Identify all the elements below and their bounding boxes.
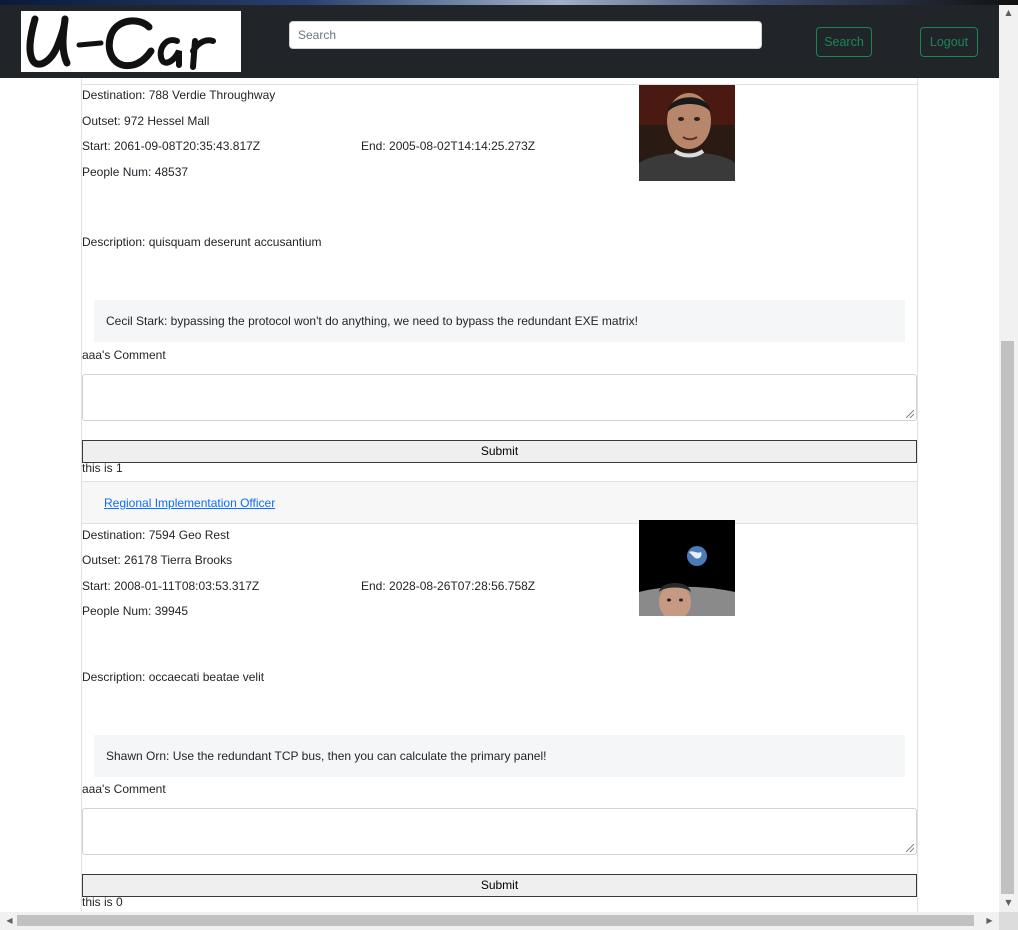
horizontal-scroll-thumb[interactable] <box>17 915 974 926</box>
logout-button[interactable]: Logout <box>920 27 978 57</box>
logo-wordmark-icon <box>26 15 216 70</box>
card-border <box>82 84 917 85</box>
trip-start: Start: 2061-09-08T20:35:43.817Z <box>82 139 261 153</box>
trip-list: Destination: 788 Verdie Throughway Outse… <box>81 78 918 912</box>
search-button[interactable]: Search <box>816 27 872 57</box>
comment-textarea[interactable] <box>82 808 917 855</box>
comment-item: Cecil Stark: bypassing the protocol won'… <box>94 300 905 342</box>
horizontal-scrollbar[interactable]: ◀ ▶ <box>0 912 999 930</box>
comment-label: aaa's Comment <box>82 348 166 362</box>
vertical-scrollbar[interactable]: ▲ ▼ <box>999 5 1018 912</box>
comment-label: aaa's Comment <box>82 782 166 796</box>
comment-textarea[interactable] <box>82 374 917 421</box>
vertical-scroll-thumb[interactable] <box>1001 341 1014 894</box>
trip-destination: Destination: 788 Verdie Throughway <box>82 88 276 102</box>
submit-button[interactable]: Submit <box>82 874 917 897</box>
trip-outset: Outset: 972 Hessel Mall <box>82 114 210 128</box>
trip-outset: Outset: 26178 Tierra Brooks <box>82 553 233 567</box>
comment-text: Cecil Stark: bypassing the protocol won'… <box>106 314 638 328</box>
driver-avatar <box>639 85 735 181</box>
driver-avatar <box>639 520 735 616</box>
page-viewport: Search Search Logout Destination: 788 Ve… <box>0 5 999 912</box>
brand-logo[interactable] <box>21 11 241 72</box>
navbar: Search Search Logout <box>0 5 999 78</box>
resize-handle-icon[interactable] <box>906 410 914 418</box>
card-footer-text: this is 1 <box>82 461 123 475</box>
scroll-down-arrow-icon[interactable]: ▼ <box>999 898 1018 908</box>
comment-item: Shawn Orn: Use the redundant TCP bus, th… <box>94 735 905 777</box>
trip-description: Description: quisquam deserunt accusanti… <box>82 235 322 249</box>
driver-profile-link[interactable]: Regional Implementation Officer <box>104 496 275 510</box>
scroll-up-arrow-icon[interactable]: ▲ <box>999 8 1018 18</box>
earth-moon-photo-icon <box>639 520 735 616</box>
trip-end: End: 2005-08-02T14:14:25.273Z <box>361 139 536 153</box>
card-footer-text: this is 0 <box>82 895 123 909</box>
submit-button[interactable]: Submit <box>82 440 917 463</box>
trip-description: Description: occaecati beatae velit <box>82 670 265 684</box>
scrollbar-corner <box>999 912 1018 930</box>
trip-destination: Destination: 7594 Geo Rest <box>82 528 230 542</box>
trip-end: End: 2028-08-26T07:28:56.758Z <box>361 579 536 593</box>
trip-start: Start: 2008-01-11T08:03:53.317Z <box>82 579 260 593</box>
resize-handle-icon[interactable] <box>906 844 914 852</box>
search-input[interactable]: Search <box>289 21 762 49</box>
trip-people: People Num: 48537 <box>82 165 189 179</box>
trip-people: People Num: 39945 <box>82 604 189 618</box>
scroll-right-arrow-icon[interactable]: ▶ <box>980 916 999 926</box>
person-photo-icon <box>639 85 735 181</box>
comment-text: Shawn Orn: Use the redundant TCP bus, th… <box>106 749 547 763</box>
card-header: Regional Implementation Officer <box>82 481 917 524</box>
